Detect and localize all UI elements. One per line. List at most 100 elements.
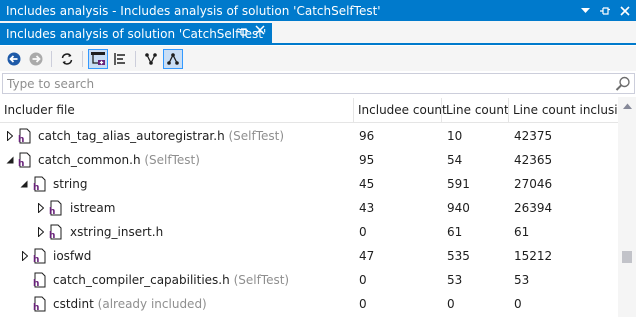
- tab-label: Includes analysis of solution 'CatchSelf…: [6, 26, 267, 41]
- row-line-count: 0: [447, 297, 455, 311]
- row-project-label: (SelfTest): [233, 273, 290, 287]
- column-header-includer-file[interactable]: Includer file: [0, 97, 75, 123]
- merge-down-icon: [145, 52, 157, 65]
- toolbar-separator: [82, 50, 83, 67]
- window-menu-dropdown-icon[interactable]: [578, 4, 592, 18]
- toolbar: [0, 46, 636, 71]
- includers-mode-button[interactable]: [163, 48, 183, 69]
- vertical-scrollbar[interactable]: [618, 97, 636, 317]
- collapsed-expander-icon[interactable]: [36, 202, 46, 214]
- row-includee-count: 0: [359, 297, 367, 311]
- svg-text:h: h: [18, 159, 24, 168]
- header-file-icon: h: [48, 224, 64, 241]
- tree-row[interactable]: h string 45 591 27046: [0, 172, 618, 196]
- row-file-name: iosfwd: [53, 249, 92, 263]
- svg-text:h: h: [49, 231, 55, 240]
- forward-button[interactable]: [26, 49, 46, 69]
- row-line-count-inclusive: 42365: [514, 153, 553, 167]
- row-includee-count: 96: [359, 129, 375, 143]
- row-line-count: 535: [447, 249, 470, 263]
- collapsed-expander-icon[interactable]: [36, 226, 46, 238]
- row-line-count-inclusive: 53: [514, 273, 530, 287]
- row-file-name: cstdint: [53, 297, 94, 311]
- row-line-count: 54: [447, 153, 463, 167]
- collapsed-expander-icon[interactable]: [20, 250, 30, 262]
- tree-row[interactable]: h catch_common.h (SelfTest) 95 54 42365: [0, 148, 618, 172]
- row-line-count: 10: [447, 129, 463, 143]
- row-file-name: catch_compiler_capabilities.h: [53, 273, 230, 287]
- row-line-count: 53: [447, 273, 463, 287]
- row-includee-count: 0: [359, 225, 367, 239]
- row-file-name: string: [53, 177, 88, 191]
- refresh-button[interactable]: [57, 49, 77, 69]
- includees-mode-button[interactable]: [141, 49, 161, 69]
- row-line-count-inclusive: 0: [514, 297, 522, 311]
- header-file-icon: h: [32, 296, 48, 313]
- column-header-line-count-inclusive[interactable]: Line count inclusive: [509, 97, 632, 123]
- header-file-icon: h: [32, 176, 48, 193]
- expanded-expander-icon[interactable]: [19, 178, 29, 190]
- svg-text:h: h: [18, 135, 24, 144]
- expanded-expander-icon[interactable]: [5, 154, 15, 166]
- header-file-icon: h: [32, 248, 48, 265]
- row-line-count-inclusive: 61: [514, 225, 530, 239]
- tab-close-icon[interactable]: [255, 24, 265, 39]
- svg-text:h: h: [33, 255, 39, 264]
- auto-hide-pin-icon[interactable]: [598, 4, 612, 18]
- tab-pin-icon[interactable]: [237, 26, 249, 41]
- tab-includes-analysis[interactable]: Includes analysis of solution 'CatchSelf…: [0, 23, 272, 44]
- search-icon[interactable]: [614, 75, 632, 93]
- row-line-count-inclusive: 15212: [514, 249, 553, 263]
- row-includee-count: 47: [359, 249, 375, 263]
- tree-row[interactable]: h cstdint (already included) 0 0 0: [0, 292, 618, 316]
- window-title-bar: Includes analysis - Includes analysis of…: [0, 0, 636, 21]
- scroll-up-arrow-icon[interactable]: [618, 97, 636, 114]
- row-line-count: 940: [447, 201, 470, 215]
- row-file-name: catch_common.h: [38, 153, 141, 167]
- svg-text:h: h: [33, 303, 39, 312]
- toolbar-separator: [51, 50, 52, 67]
- tree-row[interactable]: h catch_tag_alias_autoregistrar.h (SelfT…: [0, 124, 618, 148]
- header-file-icon: h: [32, 272, 48, 289]
- window-controls: [578, 0, 632, 21]
- svg-text:h: h: [33, 183, 39, 192]
- row-project-label: (SelfTest): [228, 129, 285, 143]
- column-header-line-count[interactable]: Line count: [442, 97, 509, 123]
- refresh-icon: [61, 52, 73, 65]
- row-line-count: 61: [447, 225, 463, 239]
- tree-row[interactable]: h istream 43 940 26394: [0, 196, 618, 220]
- window-title: Includes analysis - Includes analysis of…: [6, 3, 381, 18]
- row-includee-count: 45: [359, 177, 375, 191]
- row-file-name: catch_tag_alias_autoregistrar.h: [38, 129, 225, 143]
- header-file-icon: h: [48, 200, 64, 217]
- tree-view-icon: [91, 51, 105, 65]
- search-box: [2, 73, 635, 94]
- svg-text:h: h: [33, 279, 39, 288]
- row-project-label: (already included): [97, 297, 207, 311]
- row-line-count-inclusive: 42375: [514, 129, 553, 143]
- row-line-count-inclusive: 27046: [514, 177, 553, 191]
- split-up-icon: [167, 52, 179, 65]
- header-file-icon: h: [17, 152, 33, 169]
- window-close-icon[interactable]: [618, 4, 632, 18]
- back-arrow-icon: [7, 52, 21, 65]
- tree-row[interactable]: h xstring_insert.h 0 61 61: [0, 220, 618, 244]
- show-list-button[interactable]: [110, 49, 130, 69]
- show-tree-button[interactable]: [88, 48, 108, 69]
- svg-text:h: h: [49, 207, 55, 216]
- column-header-includee-count[interactable]: Includee count: [354, 97, 447, 123]
- back-button[interactable]: [4, 49, 24, 69]
- tree-row[interactable]: h catch_compiler_capabilities.h (SelfTes…: [0, 268, 618, 292]
- row-includee-count: 95: [359, 153, 375, 167]
- collapsed-expander-icon[interactable]: [5, 130, 15, 142]
- list-view-icon: [114, 52, 125, 65]
- includes-tree: h catch_tag_alias_autoregistrar.h (SelfT…: [0, 124, 618, 317]
- row-line-count-inclusive: 26394: [514, 201, 553, 215]
- document-tab-strip: Includes analysis of solution 'CatchSelf…: [0, 21, 636, 45]
- search-input[interactable]: [3, 74, 608, 93]
- tree-row[interactable]: h iosfwd 47 535 15212: [0, 244, 618, 268]
- row-includee-count: 0: [359, 273, 367, 287]
- row-file-name: istream: [70, 201, 116, 215]
- scrollbar-thumb[interactable]: [622, 251, 632, 263]
- row-file-name: xstring_insert.h: [70, 225, 164, 239]
